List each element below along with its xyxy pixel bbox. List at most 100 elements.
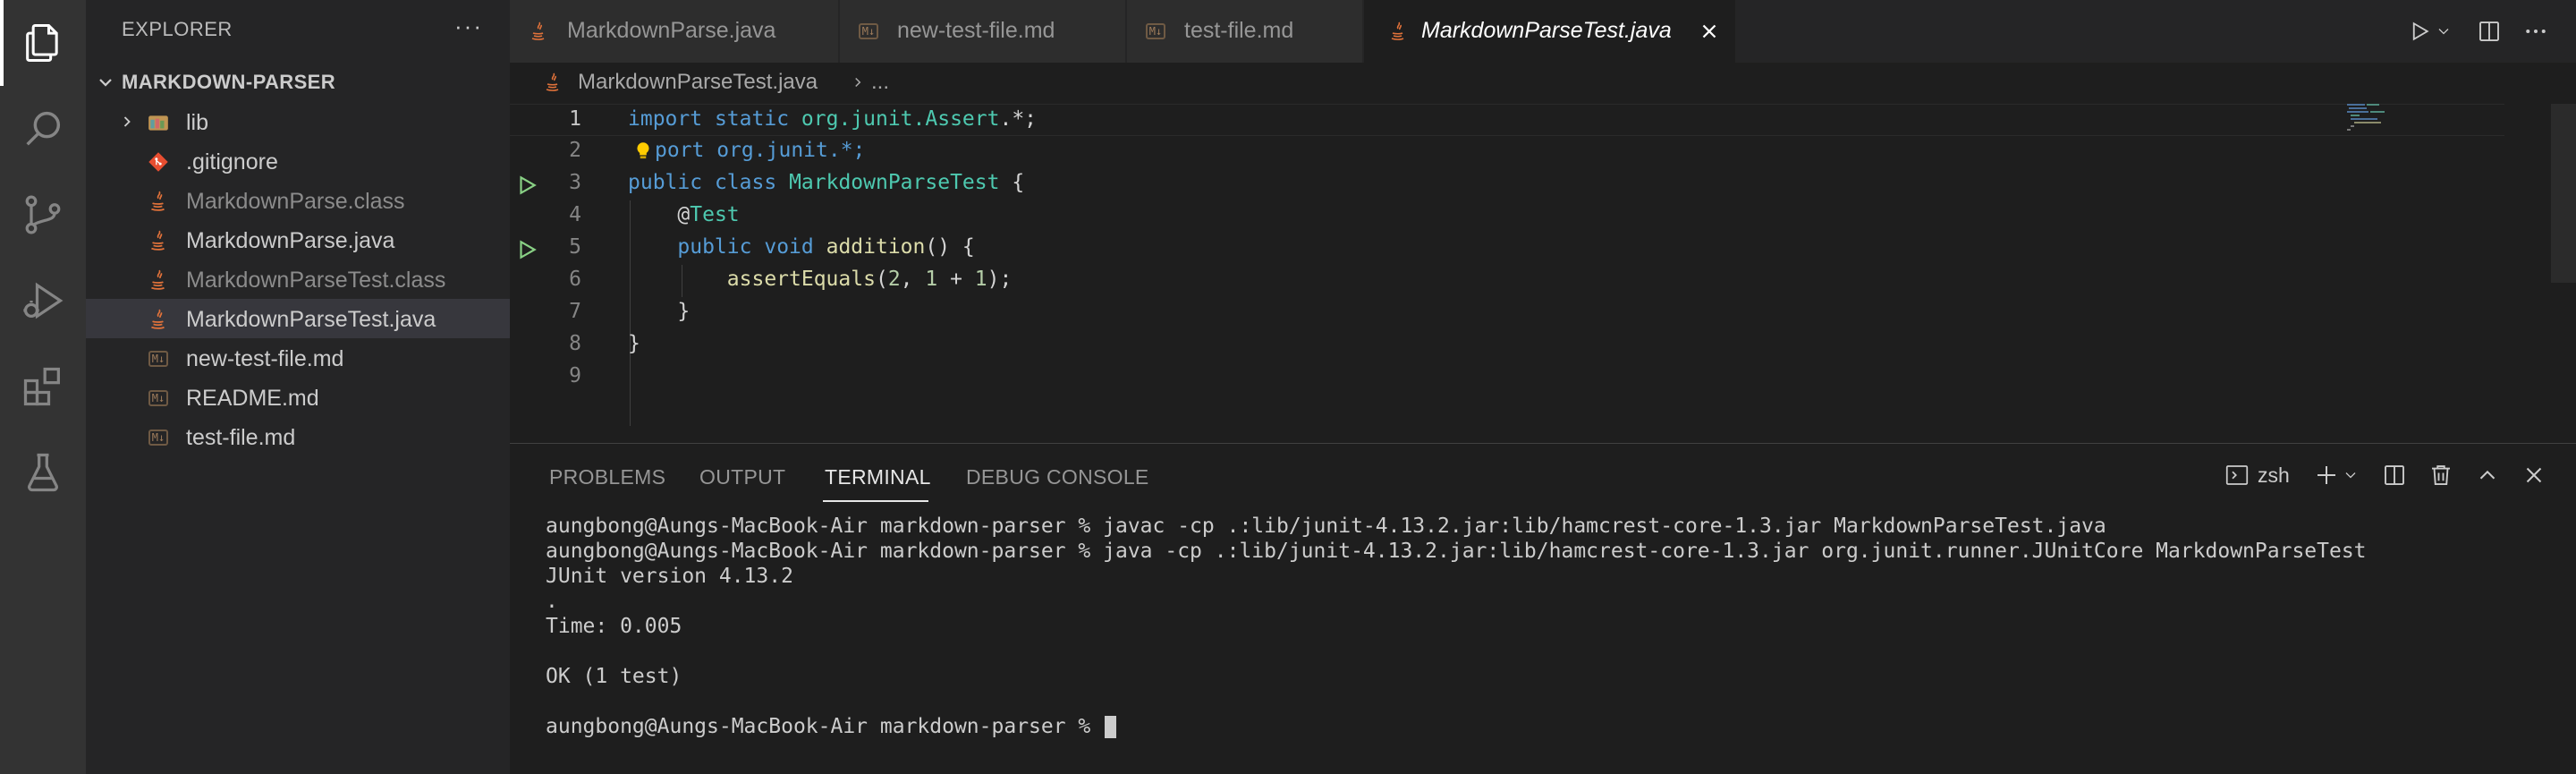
explorer-icon[interactable] [0, 0, 86, 86]
code-line: 9 [510, 361, 2504, 394]
terminal-line: aungbong@Aungs-MacBook-Air markdown-pars… [546, 540, 2367, 563]
terminal-line: OK (1 test) [546, 665, 682, 688]
lightbulb-icon[interactable] [631, 140, 655, 163]
java-icon [147, 268, 170, 292]
code-line: 3 public class MarkdownParseTest { [510, 168, 2504, 200]
line-number: 2 [569, 139, 581, 162]
java-icon [147, 229, 170, 252]
line-number: 5 [569, 235, 581, 259]
more-actions-icon[interactable] [2522, 18, 2549, 45]
tree-item-lib[interactable]: lib [86, 102, 510, 141]
terminal-prompt: aungbong@Aungs-MacBook-Air markdown-pars… [546, 715, 1104, 738]
tree-item-new-test-file[interactable]: M↓ new-test-file.md [86, 338, 510, 378]
chevron-down-icon [99, 79, 112, 87]
tree-item-markdownparsetest-java[interactable]: MarkdownParseTest.java [86, 299, 510, 338]
close-icon[interactable] [1698, 20, 1721, 43]
tree-item-markdownparse-java[interactable]: MarkdownParse.java [86, 220, 510, 259]
tab-markdownparse-java[interactable]: MarkdownParse.java [510, 0, 839, 63]
editor-scrollbar[interactable] [2551, 104, 2576, 283]
run-icon[interactable] [2406, 18, 2433, 45]
tab-debug-console[interactable]: DEBUG CONSOLE [966, 465, 1149, 489]
section-header[interactable]: MARKDOWN-PARSER [86, 66, 510, 98]
terminal-cursor [1105, 716, 1117, 738]
markdown-icon: M↓ [147, 426, 170, 449]
code-line: 6 assertEquals(2, 1 + 1); [510, 265, 2504, 297]
code-text: } [677, 300, 691, 323]
code-text: @Test [677, 203, 740, 226]
code-line: 7 } [510, 297, 2504, 329]
tree-item-readme[interactable]: M↓ README.md [86, 378, 510, 417]
tree-item-label: test-file.md [186, 425, 296, 450]
terminal-output[interactable]: aungbong@Aungs-MacBook-Air markdown-pars… [546, 514, 2367, 739]
code-line: 2 port org.junit.*; [510, 136, 2504, 168]
chevron-right-icon [123, 116, 131, 127]
terminal-line: Time: 0.005 [546, 615, 682, 638]
tree-item-gitignore[interactable]: .gitignore [86, 141, 510, 181]
line-number: 7 [569, 300, 581, 323]
tab-markdownparsetest-java[interactable]: MarkdownParseTest.java [1364, 0, 1736, 63]
search-icon[interactable] [0, 86, 86, 172]
code-text: } [628, 332, 640, 355]
java-icon [147, 190, 170, 213]
java-icon [546, 72, 559, 91]
tab-terminal[interactable]: TERMINAL [825, 465, 931, 489]
line-number: 6 [569, 268, 581, 291]
breadcrumb: MarkdownParseTest.java ... [510, 63, 2576, 104]
chevron-down-icon[interactable] [2342, 466, 2360, 484]
code-text: import static org.junit.Assert.*; [628, 107, 1038, 131]
tab-test-file[interactable]: M↓ test-file.md [1127, 0, 1363, 63]
terminal-line: aungbong@Aungs-MacBook-Air markdown-pars… [546, 515, 2106, 538]
tree-item-label: .gitignore [186, 149, 278, 174]
tab-new-test-file[interactable]: M↓ new-test-file.md [840, 0, 1126, 63]
breadcrumb-symbols[interactable]: ... [871, 70, 889, 95]
git-icon [147, 150, 170, 174]
maximize-panel-icon[interactable] [2474, 462, 2501, 489]
add-terminal-icon[interactable] [2313, 462, 2340, 489]
extensions-icon[interactable] [0, 344, 86, 430]
bottom-panel: PROBLEMS OUTPUT TERMINAL DEBUG CONSOLE z… [510, 444, 2576, 774]
line-number: 3 [569, 171, 581, 194]
tree-item-markdownparsetest-class[interactable]: MarkdownParseTest.class [86, 259, 510, 299]
testing-icon[interactable] [0, 430, 86, 515]
split-terminal-icon[interactable] [2381, 462, 2408, 489]
line-number: 4 [569, 203, 581, 226]
tab-problems[interactable]: PROBLEMS [549, 465, 665, 489]
folder-lib-icon [147, 111, 170, 134]
explorer-sidebar: EXPLORER ··· MARKDOWN-PARSER lib .gitign… [86, 0, 510, 774]
terminal-actions: zsh [2224, 462, 2547, 489]
minimap[interactable] [2343, 104, 2415, 157]
sidebar-title: EXPLORER [122, 18, 233, 40]
split-editor-icon[interactable] [2476, 18, 2503, 45]
trash-icon[interactable] [2428, 462, 2454, 489]
code-text: public class MarkdownParseTest { [628, 171, 1025, 194]
code-line: 5 public void addition() { [510, 233, 2504, 265]
terminal-line: JUnit version 4.13.2 [546, 565, 793, 588]
editor-actions [2406, 16, 2549, 47]
line-number: 1 [569, 107, 581, 131]
code-text: assertEquals(2, 1 + 1); [726, 268, 1013, 291]
breadcrumb-file[interactable]: MarkdownParseTest.java [578, 70, 818, 95]
shell-name[interactable]: zsh [2258, 464, 2290, 488]
source-control-icon[interactable] [0, 172, 86, 258]
section-label: MARKDOWN-PARSER [122, 71, 336, 93]
code-text: port org.junit.*; [655, 139, 866, 162]
close-panel-icon[interactable] [2521, 462, 2547, 489]
tab-output[interactable]: OUTPUT [699, 465, 785, 489]
markdown-icon: M↓ [147, 387, 170, 410]
java-icon [528, 21, 549, 42]
tree-item-markdownparse-class[interactable]: MarkdownParse.class [86, 181, 510, 220]
tree-item-label: MarkdownParse.class [186, 189, 405, 214]
run-debug-icon[interactable] [0, 258, 86, 344]
java-icon [147, 308, 170, 331]
chevron-right-icon [855, 77, 861, 88]
chevron-down-icon[interactable] [2435, 22, 2453, 40]
code-editor[interactable]: 1 import static org.junit.Assert.*; 2 po… [510, 104, 2576, 444]
line-number: 9 [569, 364, 581, 387]
tree-item-test-file[interactable]: M↓ test-file.md [86, 417, 510, 456]
tab-label: new-test-file.md [897, 18, 1055, 43]
code-line: 8 } [510, 329, 2504, 361]
tree-item-label: README.md [186, 386, 319, 411]
more-actions-icon[interactable]: ··· [454, 13, 483, 40]
code-line: 4 @Test [510, 200, 2504, 233]
